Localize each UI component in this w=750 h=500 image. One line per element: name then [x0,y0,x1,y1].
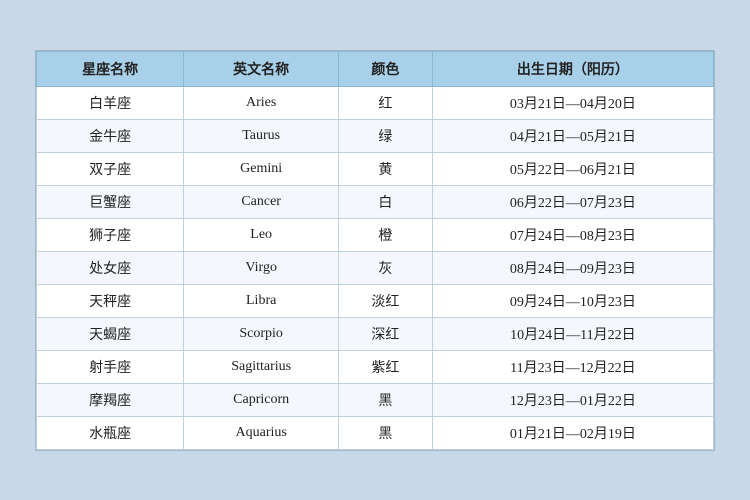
cell-english-name: Taurus [184,119,339,152]
table-row: 处女座Virgo灰08月24日—09月23日 [37,251,714,284]
cell-chinese-name: 金牛座 [37,119,184,152]
cell-chinese-name: 天蝎座 [37,317,184,350]
cell-english-name: Aquarius [184,416,339,449]
cell-color: 灰 [339,251,433,284]
cell-english-name: Gemini [184,152,339,185]
cell-english-name: Leo [184,218,339,251]
header-color: 颜色 [339,51,433,86]
table-row: 白羊座Aries红03月21日—04月20日 [37,86,714,119]
cell-english-name: Scorpio [184,317,339,350]
cell-dates: 01月21日—02月19日 [432,416,713,449]
cell-color: 橙 [339,218,433,251]
zodiac-table: 星座名称 英文名称 颜色 出生日期（阳历） 白羊座Aries红03月21日—04… [36,51,714,450]
table-row: 巨蟹座Cancer白06月22日—07月23日 [37,185,714,218]
cell-chinese-name: 射手座 [37,350,184,383]
table-row: 天蝎座Scorpio深红10月24日—11月22日 [37,317,714,350]
cell-color: 白 [339,185,433,218]
cell-color: 绿 [339,119,433,152]
header-english-name: 英文名称 [184,51,339,86]
table-header-row: 星座名称 英文名称 颜色 出生日期（阳历） [37,51,714,86]
cell-chinese-name: 双子座 [37,152,184,185]
header-chinese-name: 星座名称 [37,51,184,86]
table-row: 双子座Gemini黄05月22日—06月21日 [37,152,714,185]
cell-english-name: Virgo [184,251,339,284]
cell-chinese-name: 水瓶座 [37,416,184,449]
cell-dates: 06月22日—07月23日 [432,185,713,218]
table-row: 天秤座Libra淡红09月24日—10月23日 [37,284,714,317]
cell-dates: 03月21日—04月20日 [432,86,713,119]
table-row: 狮子座Leo橙07月24日—08月23日 [37,218,714,251]
table-row: 金牛座Taurus绿04月21日—05月21日 [37,119,714,152]
cell-chinese-name: 白羊座 [37,86,184,119]
cell-dates: 09月24日—10月23日 [432,284,713,317]
cell-chinese-name: 摩羯座 [37,383,184,416]
cell-dates: 08月24日—09月23日 [432,251,713,284]
cell-dates: 11月23日—12月22日 [432,350,713,383]
zodiac-table-container: 星座名称 英文名称 颜色 出生日期（阳历） 白羊座Aries红03月21日—04… [35,50,715,451]
cell-dates: 04月21日—05月21日 [432,119,713,152]
cell-english-name: Libra [184,284,339,317]
cell-dates: 12月23日—01月22日 [432,383,713,416]
table-row: 摩羯座Capricorn黑12月23日—01月22日 [37,383,714,416]
cell-chinese-name: 处女座 [37,251,184,284]
cell-english-name: Capricorn [184,383,339,416]
cell-color: 黄 [339,152,433,185]
cell-color: 深红 [339,317,433,350]
cell-dates: 10月24日—11月22日 [432,317,713,350]
table-body: 白羊座Aries红03月21日—04月20日金牛座Taurus绿04月21日—0… [37,86,714,449]
cell-english-name: Sagittarius [184,350,339,383]
cell-chinese-name: 狮子座 [37,218,184,251]
cell-color: 紫红 [339,350,433,383]
cell-chinese-name: 天秤座 [37,284,184,317]
cell-color: 红 [339,86,433,119]
cell-color: 淡红 [339,284,433,317]
cell-dates: 05月22日—06月21日 [432,152,713,185]
header-birth-date: 出生日期（阳历） [432,51,713,86]
cell-color: 黑 [339,416,433,449]
table-row: 水瓶座Aquarius黑01月21日—02月19日 [37,416,714,449]
cell-english-name: Aries [184,86,339,119]
cell-chinese-name: 巨蟹座 [37,185,184,218]
cell-color: 黑 [339,383,433,416]
table-row: 射手座Sagittarius紫红11月23日—12月22日 [37,350,714,383]
cell-dates: 07月24日—08月23日 [432,218,713,251]
cell-english-name: Cancer [184,185,339,218]
